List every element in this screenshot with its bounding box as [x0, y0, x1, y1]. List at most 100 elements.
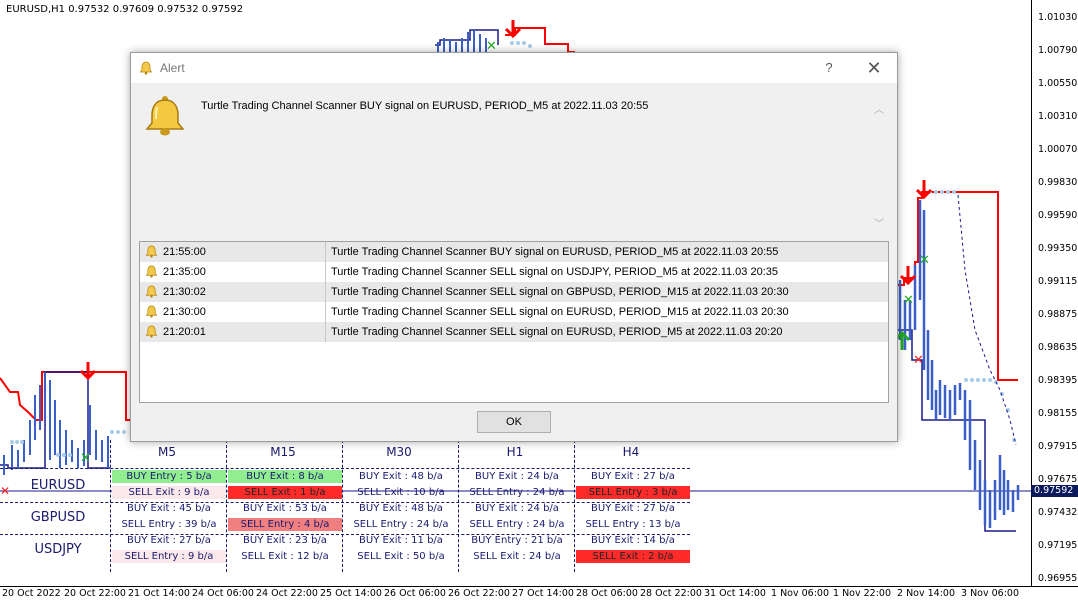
- column-divider: [325, 242, 326, 262]
- scanner-cell[interactable]: BUY Exit : 14 b/a: [576, 534, 690, 547]
- price-tick: 1.01030: [1038, 12, 1078, 23]
- symbol-label-eurusd[interactable]: EURUSD: [8, 478, 108, 493]
- scanner-cell[interactable]: BUY Exit : 27 b/a: [576, 502, 690, 515]
- timeframe-header-h4: H4: [622, 445, 640, 459]
- scanner-cell[interactable]: BUY Entry : 21 b/a: [460, 534, 574, 547]
- scanner-cell[interactable]: BUY Exit : 23 b/a: [228, 534, 342, 547]
- close-button[interactable]: ✕: [864, 58, 884, 78]
- price-axis[interactable]: 1.01030 1.00790 1.00550 1.00310 1.00070 …: [1031, 0, 1078, 586]
- time-tick: 1 Nov 22:00: [833, 588, 892, 599]
- alert-history-message: Turtle Trading Channel Scanner SELL sign…: [331, 326, 783, 338]
- alert-history-row[interactable]: 21:35:00 Turtle Trading Channel Scanner S…: [140, 262, 888, 282]
- signal-cross-right-1: ✕: [919, 253, 930, 268]
- channel-dots-top: [510, 41, 532, 48]
- scanner-cell[interactable]: BUY Exit : 11 b/a: [344, 534, 458, 547]
- scanner-cell[interactable]: SELL Exit : 50 b/a: [344, 550, 458, 563]
- price-tick: 1.00310: [1038, 111, 1078, 122]
- bell-icon: [145, 325, 158, 338]
- dialog-title-bar[interactable]: Alert ? ✕: [131, 53, 897, 83]
- scanner-cell[interactable]: SELL Entry : 24 b/a: [344, 518, 458, 531]
- scanner-cell[interactable]: BUY Exit : 48 b/a: [344, 470, 458, 483]
- column-divider: [342, 440, 343, 572]
- time-axis[interactable]: 20 Oct 2022 20 Oct 22:00 21 Oct 14:00 24…: [0, 586, 1078, 602]
- time-tick: 26 Oct 22:00: [448, 588, 510, 599]
- signal-arrow-down-left: [79, 362, 97, 381]
- price-tick: 0.96955: [1038, 573, 1078, 584]
- time-tick: 24 Oct 06:00: [192, 588, 254, 599]
- scanner-cell[interactable]: BUY Exit : 48 b/a: [344, 502, 458, 515]
- alert-time: 21:55:00: [163, 246, 206, 258]
- scanner-cell[interactable]: SELL Exit : 10 b/a: [344, 486, 458, 499]
- price-tick: 0.99115: [1038, 276, 1078, 287]
- scanner-cell[interactable]: SELL Entry : 24 b/a: [460, 486, 574, 499]
- alert-time: 21:30:02: [163, 286, 206, 298]
- alert-bell-icon: [145, 96, 185, 136]
- scanner-cell[interactable]: BUY Entry : 5 b/a: [112, 470, 226, 483]
- bell-icon: [139, 61, 153, 75]
- row-divider: [0, 468, 690, 469]
- price-tick: 0.99590: [1038, 210, 1078, 221]
- time-tick: 2 Nov 14:00: [897, 588, 956, 599]
- scroll-up-icon[interactable]: ︿: [874, 101, 884, 116]
- scanner-cell[interactable]: SELL Exit : 9 b/a: [112, 486, 226, 499]
- scanner-table: M5 M15 M30 H1 H4 EURUSD GBPUSD USDJPY BU…: [0, 440, 695, 586]
- column-divider: [325, 302, 326, 322]
- scanner-cell[interactable]: SELL Entry : 39 b/a: [112, 518, 226, 531]
- alert-time: 21:20:01: [163, 326, 206, 338]
- alert-history-list[interactable]: 21:55:00 Turtle Trading Channel Scanner B…: [139, 241, 889, 403]
- scanner-cell[interactable]: SELL Entry : 24 b/a: [460, 518, 574, 531]
- time-tick: 31 Oct 14:00: [704, 588, 766, 599]
- scanner-cell[interactable]: BUY Exit : 27 b/a: [576, 470, 690, 483]
- alert-history-message: Turtle Trading Channel Scanner SELL sign…: [331, 266, 778, 278]
- alert-message: Turtle Trading Channel Scanner BUY signa…: [201, 100, 649, 112]
- alert-history-message: Turtle Trading Channel Scanner SELL sign…: [331, 306, 789, 318]
- column-divider: [325, 262, 326, 282]
- alert-history-row[interactable]: 21:55:00 Turtle Trading Channel Scanner B…: [140, 242, 888, 262]
- time-tick: 24 Oct 22:00: [256, 588, 318, 599]
- scanner-cell[interactable]: SELL Entry : 13 b/a: [576, 518, 690, 531]
- alert-history-row[interactable]: 21:30:02 Turtle Trading Channel Scanner S…: [140, 282, 888, 302]
- alert-history-message: Turtle Trading Channel Scanner BUY signa…: [331, 246, 779, 258]
- time-tick: 26 Oct 06:00: [384, 588, 446, 599]
- scanner-cell[interactable]: SELL Entry : 4 b/a: [228, 518, 342, 531]
- price-tick: 1.00550: [1038, 78, 1078, 89]
- ok-button[interactable]: OK: [477, 411, 551, 433]
- time-tick: 28 Oct 22:00: [640, 588, 702, 599]
- scanner-cell[interactable]: SELL Exit : 1 b/a: [228, 486, 342, 499]
- alert-history-row[interactable]: 21:20:01 Turtle Trading Channel Scanner S…: [140, 322, 888, 342]
- bell-icon: [145, 285, 158, 298]
- price-tick: 0.99830: [1038, 177, 1078, 188]
- alert-dialog: Alert ? ✕ Turtle Trading Channel Scanner…: [130, 52, 898, 442]
- scanner-cell[interactable]: SELL Entry : 9 b/a: [112, 550, 226, 563]
- help-button[interactable]: ?: [819, 58, 839, 78]
- symbol-label-gbpusd[interactable]: GBPUSD: [8, 510, 108, 525]
- price-tick: 0.99350: [1038, 243, 1078, 254]
- timeframe-header-m5: M5: [158, 445, 176, 459]
- price-tick: 0.98395: [1038, 375, 1078, 386]
- scanner-cell[interactable]: BUY Exit : 8 b/a: [228, 470, 342, 483]
- time-tick: 3 Nov 06:00: [961, 588, 1020, 599]
- scanner-cell[interactable]: BUY Exit : 45 b/a: [112, 502, 226, 515]
- time-tick: 1 Nov 06:00: [771, 588, 830, 599]
- scanner-cell[interactable]: SELL Exit : 24 b/a: [460, 550, 574, 563]
- scanner-cell[interactable]: SELL Exit : 12 b/a: [228, 550, 342, 563]
- scanner-cell[interactable]: SELL Entry : 3 b/a: [576, 486, 690, 499]
- scanner-cell[interactable]: BUY Exit : 27 b/a: [112, 534, 226, 547]
- price-tick: 0.97432: [1038, 507, 1078, 518]
- price-tick: 0.97195: [1038, 540, 1078, 551]
- current-price-label: 0.97592: [1031, 485, 1078, 497]
- timeframe-header-h1: H1: [506, 445, 524, 459]
- symbol-label-usdjpy[interactable]: USDJPY: [8, 542, 108, 557]
- alert-time: 21:35:00: [163, 266, 206, 278]
- bell-icon: [145, 265, 158, 278]
- signal-cross-right-2: ✕: [903, 293, 914, 308]
- scanner-cell[interactable]: BUY Exit : 24 b/a: [460, 502, 574, 515]
- bell-icon: [145, 245, 158, 258]
- scanner-cell[interactable]: BUY Exit : 53 b/a: [228, 502, 342, 515]
- alert-history-row[interactable]: 21:30:00 Turtle Trading Channel Scanner S…: [140, 302, 888, 322]
- upper-channel-line: [0, 371, 130, 421]
- scroll-down-icon[interactable]: ﹀: [874, 215, 884, 230]
- price-tick: 0.97675: [1038, 474, 1078, 485]
- scanner-cell[interactable]: SELL Exit : 2 b/a: [576, 550, 690, 563]
- scanner-cell[interactable]: BUY Exit : 24 b/a: [460, 470, 574, 483]
